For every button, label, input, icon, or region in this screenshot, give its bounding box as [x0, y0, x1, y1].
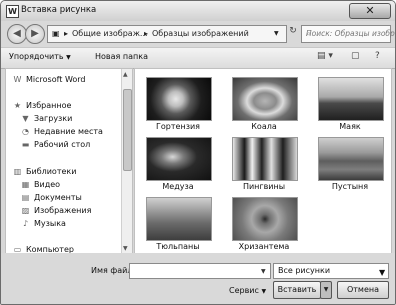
view-options-icon[interactable]: ▤ ▾: [317, 51, 333, 61]
file-name: Медуза: [162, 182, 194, 191]
file-item-desert[interactable]: Пустыня: [307, 137, 393, 193]
title-bar: W Вставка рисунка ✕: [1, 1, 395, 21]
sidebar-item-music[interactable]: ♪ Музыка: [20, 219, 66, 228]
desert-thumbnail: [318, 137, 384, 181]
hydrangeas-thumbnail: [146, 77, 212, 121]
file-item-lighthouse[interactable]: Маяк: [307, 77, 393, 133]
video-library-icon: ▦: [21, 180, 30, 189]
file-name: Коала: [251, 122, 277, 131]
scrollbar-thumb[interactable]: [123, 89, 132, 171]
library-icon: ▣: [52, 29, 60, 38]
tulips-thumbnail: [146, 197, 212, 241]
file-item-chrysanthemum[interactable]: Хризантема: [221, 197, 307, 253]
word-app-icon: W: [6, 5, 19, 18]
file-name: Маяк: [339, 122, 361, 131]
search-placeholder: Поиск: Образцы изобр...: [306, 29, 396, 38]
file-item-penguins[interactable]: Пингвины: [221, 137, 307, 193]
navigation-pane: W Microsoft Word ★ Избранное ▼ Загрузки ◔ Не…: [5, 68, 133, 255]
sidebar-scrollbar[interactable]: ▲ ▼: [121, 69, 132, 254]
file-name: Гортензия: [156, 122, 200, 131]
search-icon[interactable]: ⌕: [306, 29, 310, 39]
lighthouse-thumbnail: [318, 77, 384, 121]
insert-picture-dialog: W Вставка рисунка ✕ ◀ ▶ ▣ ▸ Общие изобра…: [0, 0, 396, 305]
sidebar-item-video[interactable]: ▦ Видео: [20, 180, 60, 189]
chevron-down-icon: ▼: [379, 268, 386, 277]
filename-dropdown-arrow-icon[interactable]: ▼: [261, 268, 266, 275]
organize-button[interactable]: Упорядочить ▼: [9, 52, 71, 61]
sidebar-item-word[interactable]: W Microsoft Word: [12, 75, 86, 84]
sidebar-item-recent-places[interactable]: ◔ Недавние места: [20, 127, 103, 136]
music-library-icon: ♪: [22, 219, 29, 228]
downloads-folder-icon: ▼: [22, 114, 29, 123]
cancel-button[interactable]: Отмена: [337, 281, 389, 299]
insert-options-dropdown[interactable]: ▼: [320, 281, 332, 299]
file-item-koala[interactable]: Коала: [221, 77, 307, 133]
address-history-dropdown[interactable]: ▼: [274, 30, 279, 37]
libraries-icon: ▥: [13, 167, 22, 176]
chevron-down-icon: ▼: [261, 288, 267, 295]
breadcrumb-sample-pictures[interactable]: Образцы изображений: [152, 29, 249, 38]
sidebar-item-pictures[interactable]: ▨ Изображения: [20, 206, 92, 215]
refresh-icon[interactable]: ↻: [287, 26, 299, 40]
search-input[interactable]: Поиск: Образцы изобр... ⌕: [301, 25, 395, 43]
preview-pane-icon[interactable]: ▢: [351, 51, 360, 61]
new-folder-button[interactable]: Новая папка: [95, 52, 148, 61]
file-name: Тюльпаны: [156, 242, 200, 251]
chevron-right-icon: ▸: [144, 29, 149, 38]
koala-thumbnail: [232, 77, 298, 121]
file-item-tulips[interactable]: Тюльпаны: [135, 197, 221, 253]
file-item-jellyfish[interactable]: Медуза: [135, 137, 221, 193]
recent-places-icon: ◔: [22, 127, 29, 136]
service-button[interactable]: Сервис ▼: [229, 286, 266, 295]
window-title: Вставка рисунка: [21, 5, 97, 15]
filetype-value: Все рисунки: [278, 266, 331, 275]
scroll-down-arrow-icon[interactable]: ▼: [123, 245, 128, 252]
file-item-hydrangeas[interactable]: Гортензия: [135, 77, 221, 133]
insert-button[interactable]: Вставить: [273, 281, 321, 299]
star-icon: ★: [13, 101, 22, 110]
documents-library-icon: ▤: [21, 193, 30, 202]
penguins-thumbnail: [232, 137, 298, 181]
chrysanthemum-thumbnail: [232, 197, 298, 241]
forward-button[interactable]: ▶: [25, 24, 45, 44]
toolbar: Упорядочить ▼ Новая папка ▤ ▾ ▢ ?: [1, 47, 395, 69]
filename-input[interactable]: ▼: [129, 263, 271, 279]
back-button[interactable]: ◀: [7, 24, 27, 44]
sidebar-item-favorites[interactable]: ★ Избранное: [12, 101, 72, 110]
word-icon: W: [13, 75, 22, 84]
file-list: Гортензия Коала Маяк Медуза Пингвины Пус…: [134, 68, 392, 255]
file-name: Пингвины: [242, 182, 286, 191]
filetype-select[interactable]: Все рисунки ▼: [273, 263, 389, 279]
jellyfish-thumbnail: [146, 137, 212, 181]
chevron-right-icon: ▸: [64, 29, 69, 38]
desktop-icon: ▬: [21, 140, 30, 149]
sidebar-item-desktop[interactable]: ▬ Рабочий стол: [20, 140, 91, 149]
scroll-up-arrow-icon[interactable]: ▲: [123, 71, 128, 78]
dialog-footer: Имя файла: ▼ Все рисунки ▼ Сервис ▼ Вста…: [1, 253, 395, 304]
sidebar-item-downloads[interactable]: ▼ Загрузки: [20, 114, 72, 123]
file-name: Хризантема: [238, 242, 290, 251]
navigation-bar: ◀ ▶ ▣ ▸ Общие изображ... ▸ Образцы изобр…: [1, 21, 395, 47]
pictures-library-icon: ▨: [21, 206, 30, 215]
help-icon[interactable]: ?: [375, 51, 380, 61]
file-name: Пустыня: [331, 182, 369, 191]
close-button[interactable]: ✕: [349, 3, 391, 19]
chevron-down-icon: ▼: [66, 54, 71, 61]
address-bar[interactable]: ▣ ▸ Общие изображ... ▸ Образцы изображен…: [47, 25, 287, 43]
sidebar-item-documents[interactable]: ▤ Документы: [20, 193, 82, 202]
breadcrumb-common-pictures[interactable]: Общие изображ...: [72, 29, 148, 38]
sidebar-item-libraries[interactable]: ▥ Библиотеки: [12, 167, 77, 176]
